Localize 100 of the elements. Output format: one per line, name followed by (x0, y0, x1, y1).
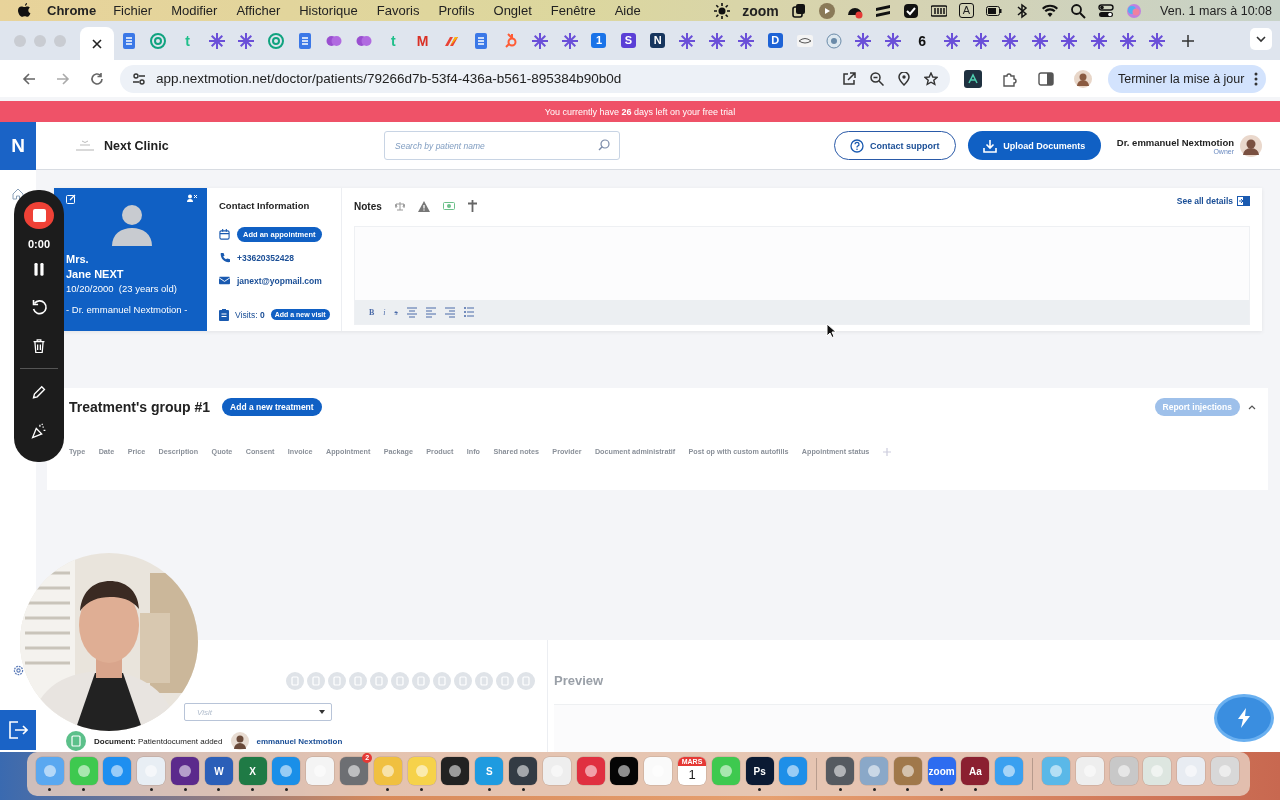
app-icon[interactable]: W (204, 757, 233, 785)
timeline-entry: Document: Patientdocument added (94, 736, 223, 746)
menu-item[interactable]: Historique (299, 3, 358, 18)
zoom-icon[interactable] (870, 71, 884, 86)
edit-icon[interactable] (66, 194, 76, 204)
profile-avatar-icon[interactable] (1074, 69, 1092, 88)
cross-icon[interactable] (467, 200, 477, 212)
trash-icon[interactable] (32, 338, 46, 354)
email-address[interactable]: janext@yopmail.com (237, 275, 322, 286)
address-bar[interactable]: app.nextmotion.net/doctor/patients/79266d7b-53f4-436a-b561-895384b90b0d (120, 64, 950, 93)
clock[interactable]: Ven. 1 mars à 10:08 (1160, 3, 1272, 18)
format-button[interactable]: i (383, 307, 386, 317)
app-icon[interactable]: Ps (745, 757, 774, 785)
notes-editor[interactable]: B i s (354, 226, 1250, 325)
browser-tab[interactable]: N (643, 25, 673, 56)
new-tab-icon[interactable] (1182, 34, 1195, 47)
app-icon[interactable]: S (475, 757, 504, 785)
menu-item[interactable]: Favoris (376, 3, 420, 18)
format-button[interactable]: B (369, 307, 375, 317)
collapse-caret-icon[interactable] (1248, 404, 1256, 410)
confetti-icon[interactable] (30, 422, 48, 439)
mail-icon (219, 275, 230, 286)
pause-icon[interactable] (33, 263, 45, 277)
bullet-list-icon[interactable] (463, 306, 474, 318)
app-icon[interactable] (441, 757, 470, 785)
warning-icon[interactable] (417, 200, 430, 212)
app-icon[interactable]: X (238, 757, 267, 785)
logout-button[interactable] (0, 710, 36, 750)
browser-tab[interactable]: D (760, 25, 790, 56)
browser-tab[interactable]: 6 (907, 25, 937, 56)
search-field[interactable]: Search by patient name (384, 131, 620, 160)
doc-icon (120, 32, 137, 49)
pencil-icon[interactable] (31, 385, 47, 400)
visits-count: Visits: 0 (235, 309, 265, 320)
contact-support-button[interactable]: Contact support (833, 131, 956, 160)
apple-icon[interactable] (18, 3, 31, 18)
phone-icon (219, 252, 230, 263)
site-settings-icon[interactable] (132, 71, 146, 86)
location-pin-icon[interactable] (898, 71, 910, 86)
app-icon[interactable] (171, 757, 200, 785)
search-icon[interactable] (1070, 2, 1087, 19)
close-icon[interactable] (92, 38, 102, 49)
quick-action-button[interactable] (1217, 697, 1271, 739)
clinic-name: Next Clinic (104, 138, 169, 153)
remove-user-icon[interactable] (187, 194, 197, 202)
puzzle-icon[interactable] (1002, 70, 1018, 87)
app-icon[interactable]: zoom (927, 757, 956, 785)
flower-icon (208, 32, 225, 49)
flower-icon (1119, 32, 1136, 49)
play-icon[interactable] (818, 2, 835, 19)
flower-icon (561, 32, 578, 49)
format-button[interactable]: s (394, 307, 398, 317)
see-all-details-link[interactable]: See all details (1176, 196, 1250, 206)
extension-icon[interactable] (964, 69, 982, 88)
menu-item[interactable]: Profils (438, 3, 475, 18)
menu-item[interactable]: Modifier (171, 3, 218, 18)
back-arrow-icon[interactable] (22, 71, 36, 86)
app-icon[interactable] (610, 757, 639, 785)
stripes-icon[interactable] (874, 2, 891, 19)
external-link-icon[interactable] (842, 71, 856, 86)
add-treatment-button[interactable]: Add a new treatment (222, 398, 322, 416)
app-icon[interactable]: Aa (961, 757, 990, 785)
browser-tab[interactable] (80, 27, 114, 60)
preview-title: Preview (554, 673, 605, 688)
phone-number[interactable]: +33620352428 (237, 252, 294, 263)
flower-icon (1002, 32, 1019, 49)
restart-icon[interactable] (30, 299, 48, 316)
browser-tab[interactable]: S (613, 25, 644, 56)
user-avatar-icon[interactable] (1240, 134, 1262, 157)
stop-recording-button[interactable] (24, 202, 54, 230)
copy-icon[interactable] (790, 2, 807, 19)
flower-icon (943, 32, 960, 49)
status-item[interactable]: zoom (742, 2, 779, 19)
input-source-indicator[interactable]: A (958, 3, 975, 18)
app-logo[interactable]: N (0, 122, 36, 170)
menu-item[interactable]: Fenêtre (550, 3, 596, 18)
avatar-silhouette-icon (109, 202, 154, 246)
app-menu[interactable]: Chrome (47, 3, 97, 18)
side-panel-icon[interactable] (1038, 71, 1054, 86)
bookmark-star-icon[interactable] (924, 71, 938, 86)
toggles-icon[interactable] (1098, 2, 1115, 19)
memory-icon[interactable] (930, 2, 947, 19)
scale-icon[interactable] (394, 201, 405, 211)
upload-documents-button[interactable]: Upload Documents (967, 131, 1101, 160)
browser-tab[interactable]: 1 (584, 25, 614, 56)
more-vertical-icon[interactable] (1254, 71, 1259, 86)
forward-arrow-icon[interactable] (56, 71, 70, 86)
reload-icon[interactable] (90, 71, 104, 86)
help-icon (850, 138, 865, 153)
update-button[interactable]: Terminer la mise à jour (1108, 64, 1267, 93)
menu-item[interactable]: Afficher (236, 3, 281, 18)
chevron-down-icon[interactable] (1250, 27, 1272, 50)
checkbox-icon[interactable] (902, 2, 919, 19)
app-icon[interactable] (509, 757, 538, 785)
menu-item[interactable]: Aide (614, 3, 641, 18)
menu-item[interactable]: Fichier (113, 3, 153, 18)
menu-item[interactable]: Onglet (493, 3, 532, 18)
browser-tab[interactable]: M (407, 25, 438, 56)
wifi-icon[interactable] (1042, 2, 1059, 19)
flower-icon (1090, 32, 1107, 49)
